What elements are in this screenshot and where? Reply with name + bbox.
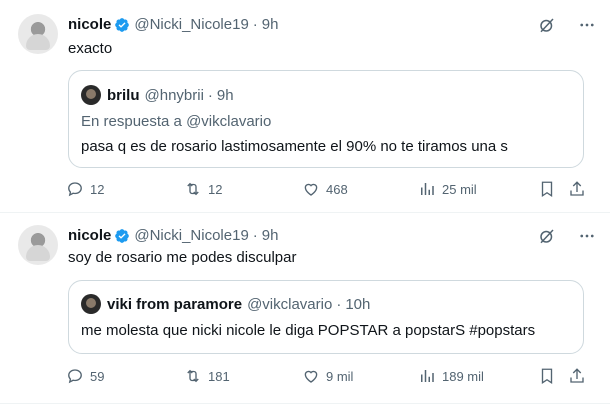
quote-separator-dot: · xyxy=(336,295,342,313)
like-icon xyxy=(304,370,318,383)
quote-author-name: brilu xyxy=(107,86,140,104)
views-button[interactable]: 189 mil xyxy=(418,367,484,385)
tweet-text: exacto xyxy=(68,40,113,57)
quote-author-handle: @vikclavario xyxy=(247,295,333,313)
tweet[interactable]: nicole @Nicki_Nicole19 · 9h soy de rosar… xyxy=(0,213,610,403)
like-count: 9 mil xyxy=(326,368,354,384)
bookmark-icon xyxy=(541,181,553,198)
tweet[interactable]: nicole @Nicki_Nicole19 · 9h exacto brilu… xyxy=(0,0,610,212)
tweet-header: nicole @Nicki_Nicole19 · 9h xyxy=(68,16,278,33)
quote-header: viki from paramore @vikclavario · 10h xyxy=(81,294,370,314)
views-icon xyxy=(421,370,434,382)
reply-icon xyxy=(68,182,82,197)
tweet-actions: 59 181 9 mil 189 mil xyxy=(66,367,590,387)
timestamp[interactable]: 9h xyxy=(262,227,279,244)
author-name[interactable]: nicole xyxy=(68,227,111,244)
bookmark-icon xyxy=(541,368,553,385)
replying-to: En respuesta a @vikclavario xyxy=(81,113,271,130)
quote-timestamp: 10h xyxy=(345,295,371,313)
like-button[interactable]: 468 xyxy=(302,180,348,198)
tweet-text: soy de rosario me podes disculpar xyxy=(68,249,297,266)
quote-header: brilu @hnybrii · 9h xyxy=(81,85,234,105)
repost-count: 181 xyxy=(208,368,230,384)
tweet-actions: 12 12 468 25 mil xyxy=(66,180,590,200)
quote-author-handle: @hnybrii xyxy=(144,86,204,104)
avatar[interactable] xyxy=(18,225,58,265)
tweet-header: nicole @Nicki_Nicole19 · 9h xyxy=(68,227,278,244)
more-icon[interactable] xyxy=(578,16,596,34)
tweet-top-actions xyxy=(538,16,596,34)
share-icon xyxy=(570,368,584,383)
like-icon xyxy=(304,183,318,196)
more-icon[interactable] xyxy=(578,227,596,245)
separator-dot: · xyxy=(252,227,258,244)
quote-separator-dot: · xyxy=(207,86,213,104)
share-button[interactable] xyxy=(568,367,592,385)
share-button[interactable] xyxy=(568,180,592,198)
quote-author-name: viki from paramore xyxy=(107,295,243,313)
repost-icon xyxy=(187,369,199,383)
bookmark-button[interactable] xyxy=(538,180,562,198)
timestamp[interactable]: 9h xyxy=(262,16,279,33)
reply-icon xyxy=(68,369,82,384)
replying-prefix: En respuesta a xyxy=(81,113,182,130)
repost-count: 12 xyxy=(208,181,223,197)
replying-mention: @vikclavario xyxy=(186,113,272,130)
quoted-tweet[interactable]: viki from paramore @vikclavario · 10h me… xyxy=(68,280,584,354)
quote-avatar xyxy=(81,294,101,314)
tweet-top-actions xyxy=(538,227,596,245)
reply-button[interactable]: 12 xyxy=(66,180,104,198)
grok-icon[interactable] xyxy=(538,16,556,34)
verified-badge-icon xyxy=(115,228,130,243)
quote-text: me molesta que nicki nicole le diga POPS… xyxy=(81,322,536,339)
views-count: 189 mil xyxy=(442,368,484,384)
share-icon xyxy=(570,181,584,196)
verified-badge-icon xyxy=(115,17,130,32)
quoted-tweet[interactable]: brilu @hnybrii · 9h En respuesta a @vikc… xyxy=(68,70,584,168)
tweet-divider xyxy=(0,403,610,404)
repost-icon xyxy=(187,182,199,196)
repost-button[interactable]: 181 xyxy=(184,367,230,385)
reply-button[interactable]: 59 xyxy=(66,367,104,385)
avatar[interactable] xyxy=(18,14,58,54)
grok-icon[interactable] xyxy=(538,227,556,245)
views-count: 25 mil xyxy=(442,181,477,197)
separator-dot: · xyxy=(252,16,258,33)
like-button[interactable]: 9 mil xyxy=(302,367,353,385)
author-handle[interactable]: @Nicki_Nicole19 xyxy=(134,16,248,33)
like-count: 468 xyxy=(326,181,348,197)
repost-button[interactable]: 12 xyxy=(184,180,222,198)
reply-count: 59 xyxy=(90,368,105,384)
reply-count: 12 xyxy=(90,181,105,197)
quote-text: pasa q es de rosario lastimosamente el 9… xyxy=(81,138,508,155)
views-button[interactable]: 25 mil xyxy=(418,180,477,198)
author-name[interactable]: nicole xyxy=(68,16,111,33)
quote-timestamp: 9h xyxy=(216,86,234,104)
author-handle[interactable]: @Nicki_Nicole19 xyxy=(134,227,248,244)
bookmark-button[interactable] xyxy=(538,367,562,385)
views-icon xyxy=(421,183,434,195)
quote-avatar xyxy=(81,85,101,105)
